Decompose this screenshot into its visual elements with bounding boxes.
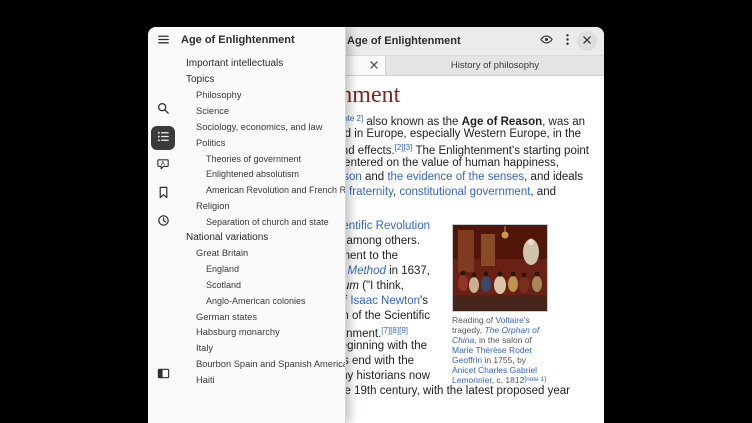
toc-item[interactable]: Haiti bbox=[148, 372, 345, 388]
tab-history-of-philosophy[interactable]: History of philosophy bbox=[386, 56, 604, 75]
article-text: ("I think, bbox=[359, 280, 404, 292]
toc-item[interactable]: German states bbox=[148, 309, 345, 325]
toc-item[interactable]: Separation of church and state bbox=[148, 214, 345, 230]
toc-item[interactable]: Scotland bbox=[148, 277, 345, 293]
article-text: in 1637, bbox=[386, 265, 430, 277]
app-window: Age of Enlightenment Age of Enlightenmen… bbox=[148, 27, 604, 423]
toc-item[interactable]: Italy bbox=[148, 340, 345, 356]
article-link[interactable]: constitutional government bbox=[399, 186, 530, 198]
close-icon bbox=[368, 59, 380, 74]
toc-item[interactable]: Science bbox=[148, 103, 345, 119]
article-text: , among others. bbox=[340, 235, 420, 247]
reference-link[interactable]: [9] bbox=[399, 326, 408, 335]
toc-item[interactable]: Bourbon Spain and Spanish America bbox=[148, 356, 345, 372]
toc-drawer: A Age of Enlightenment Important intelle… bbox=[148, 27, 346, 423]
toc-item[interactable]: Habsburg monarchy bbox=[148, 325, 345, 341]
toc-item[interactable]: England bbox=[148, 261, 345, 277]
toc-item[interactable]: Religion bbox=[148, 198, 345, 214]
salon-painting-graphic bbox=[453, 225, 547, 311]
tab-close-button[interactable] bbox=[366, 58, 381, 73]
reference-link[interactable]: [7] bbox=[381, 326, 390, 335]
article-image[interactable] bbox=[452, 224, 548, 312]
article-image-figure: Reading of Voltaire's tragedy, The Orpha… bbox=[452, 224, 548, 385]
toc-item[interactable]: Important intellectuals bbox=[148, 56, 345, 72]
image-caption: Reading of Voltaire's tragedy, The Orpha… bbox=[452, 315, 548, 385]
reference-link[interactable]: [2] bbox=[395, 143, 404, 152]
article-text: , and ideals bbox=[524, 171, 583, 183]
toc-item[interactable]: Anglo-American colonies bbox=[148, 293, 345, 309]
article-link[interactable]: Voltaire bbox=[495, 315, 523, 325]
toc-item[interactable]: Politics bbox=[148, 135, 345, 151]
toc-item[interactable]: Theories of government bbox=[148, 151, 345, 167]
article-link[interactable]: Isaac Newton bbox=[350, 295, 420, 307]
menu-button[interactable] bbox=[557, 31, 577, 51]
kebab-menu-icon bbox=[560, 32, 575, 50]
toc-item[interactable]: American Revolution and French Revolutio… bbox=[148, 182, 345, 198]
toc-item[interactable]: Sociology, economics, and law bbox=[148, 119, 345, 135]
drawer-title: Age of Enlightenment bbox=[181, 34, 295, 46]
eye-button[interactable] bbox=[536, 31, 556, 51]
hamburger-icon bbox=[156, 32, 171, 50]
article-text: 's bbox=[420, 295, 428, 307]
article-link[interactable]: fraternity bbox=[349, 186, 393, 198]
hamburger-menu-button[interactable] bbox=[151, 29, 175, 53]
article-text: , c. 1812 bbox=[492, 375, 525, 385]
article-text: and bbox=[362, 171, 388, 183]
reference-link[interactable]: [8] bbox=[390, 326, 399, 335]
close-window-button[interactable] bbox=[577, 31, 597, 51]
article-text: Reading of bbox=[452, 315, 495, 325]
toc-item[interactable]: National variations bbox=[148, 230, 345, 246]
toc-list: Important intellectualsTopicsPhilosophyS… bbox=[148, 56, 345, 388]
article-text: , in the salon of bbox=[474, 335, 532, 345]
toc-item[interactable]: Enlightened absolutism bbox=[148, 167, 345, 183]
window-title: Age of Enlightenment bbox=[347, 27, 461, 55]
article-text: in 1755, by bbox=[482, 355, 526, 365]
article-text: , and bbox=[530, 186, 556, 198]
toc-item[interactable]: Philosophy bbox=[148, 88, 345, 104]
reference-link[interactable]: [note 1] bbox=[524, 376, 546, 383]
article-link[interactable]: the evidence of the senses bbox=[387, 171, 524, 183]
desktop-background: { "window": { "title": "Age of Enlighten… bbox=[0, 0, 752, 423]
toc-item[interactable]: Topics bbox=[148, 72, 345, 88]
close-icon bbox=[580, 33, 594, 50]
tab-label: History of philosophy bbox=[451, 60, 539, 71]
eye-icon bbox=[539, 32, 554, 50]
toc-item[interactable]: Great Britain bbox=[148, 246, 345, 262]
